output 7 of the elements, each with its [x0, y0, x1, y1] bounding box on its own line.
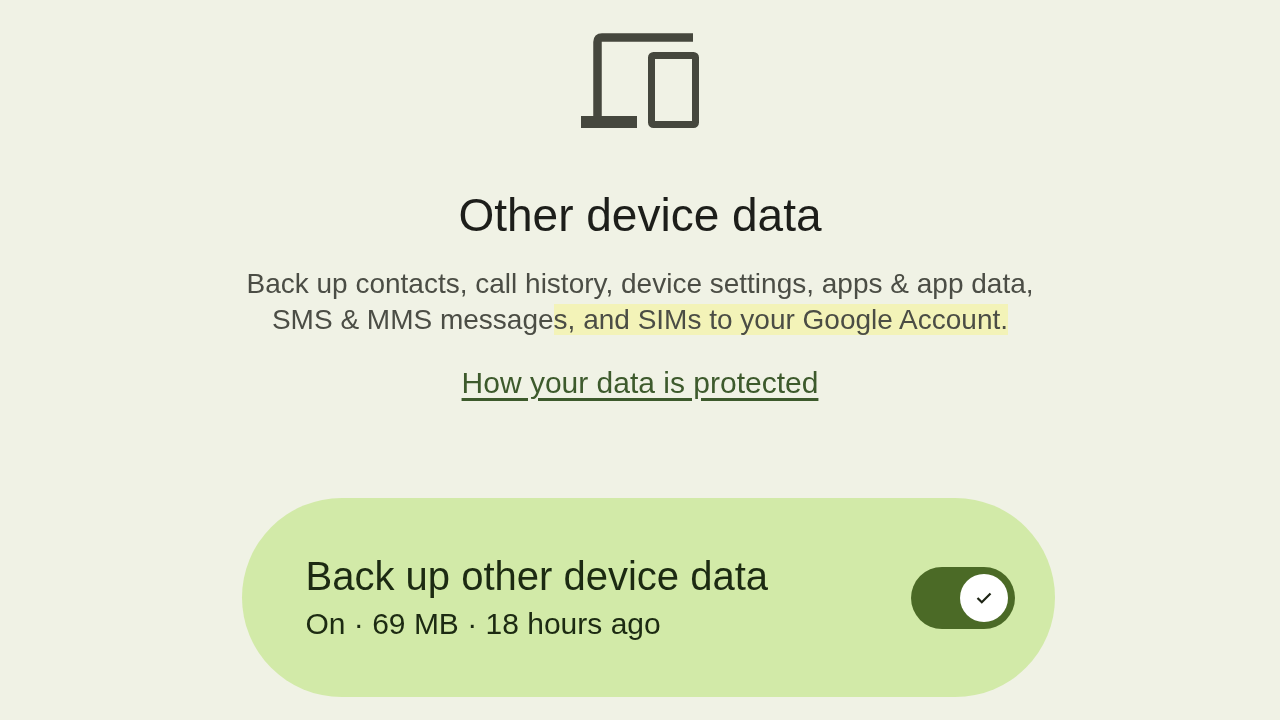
setting-status: On · 69 MB · 18 hours ago: [305, 605, 662, 642]
check-icon: [975, 591, 992, 604]
devices-icon: [581, 33, 699, 128]
data-protection-link[interactable]: How your data is protected: [461, 365, 819, 401]
page-title: Other device data: [458, 189, 822, 241]
description-text: Back up contacts, call history, device settings, apps & app data, SMS & MMS messages, and SIMs to your Google Account.: [245, 267, 1035, 337]
setting-title: Back up other device data: [305, 552, 769, 599]
